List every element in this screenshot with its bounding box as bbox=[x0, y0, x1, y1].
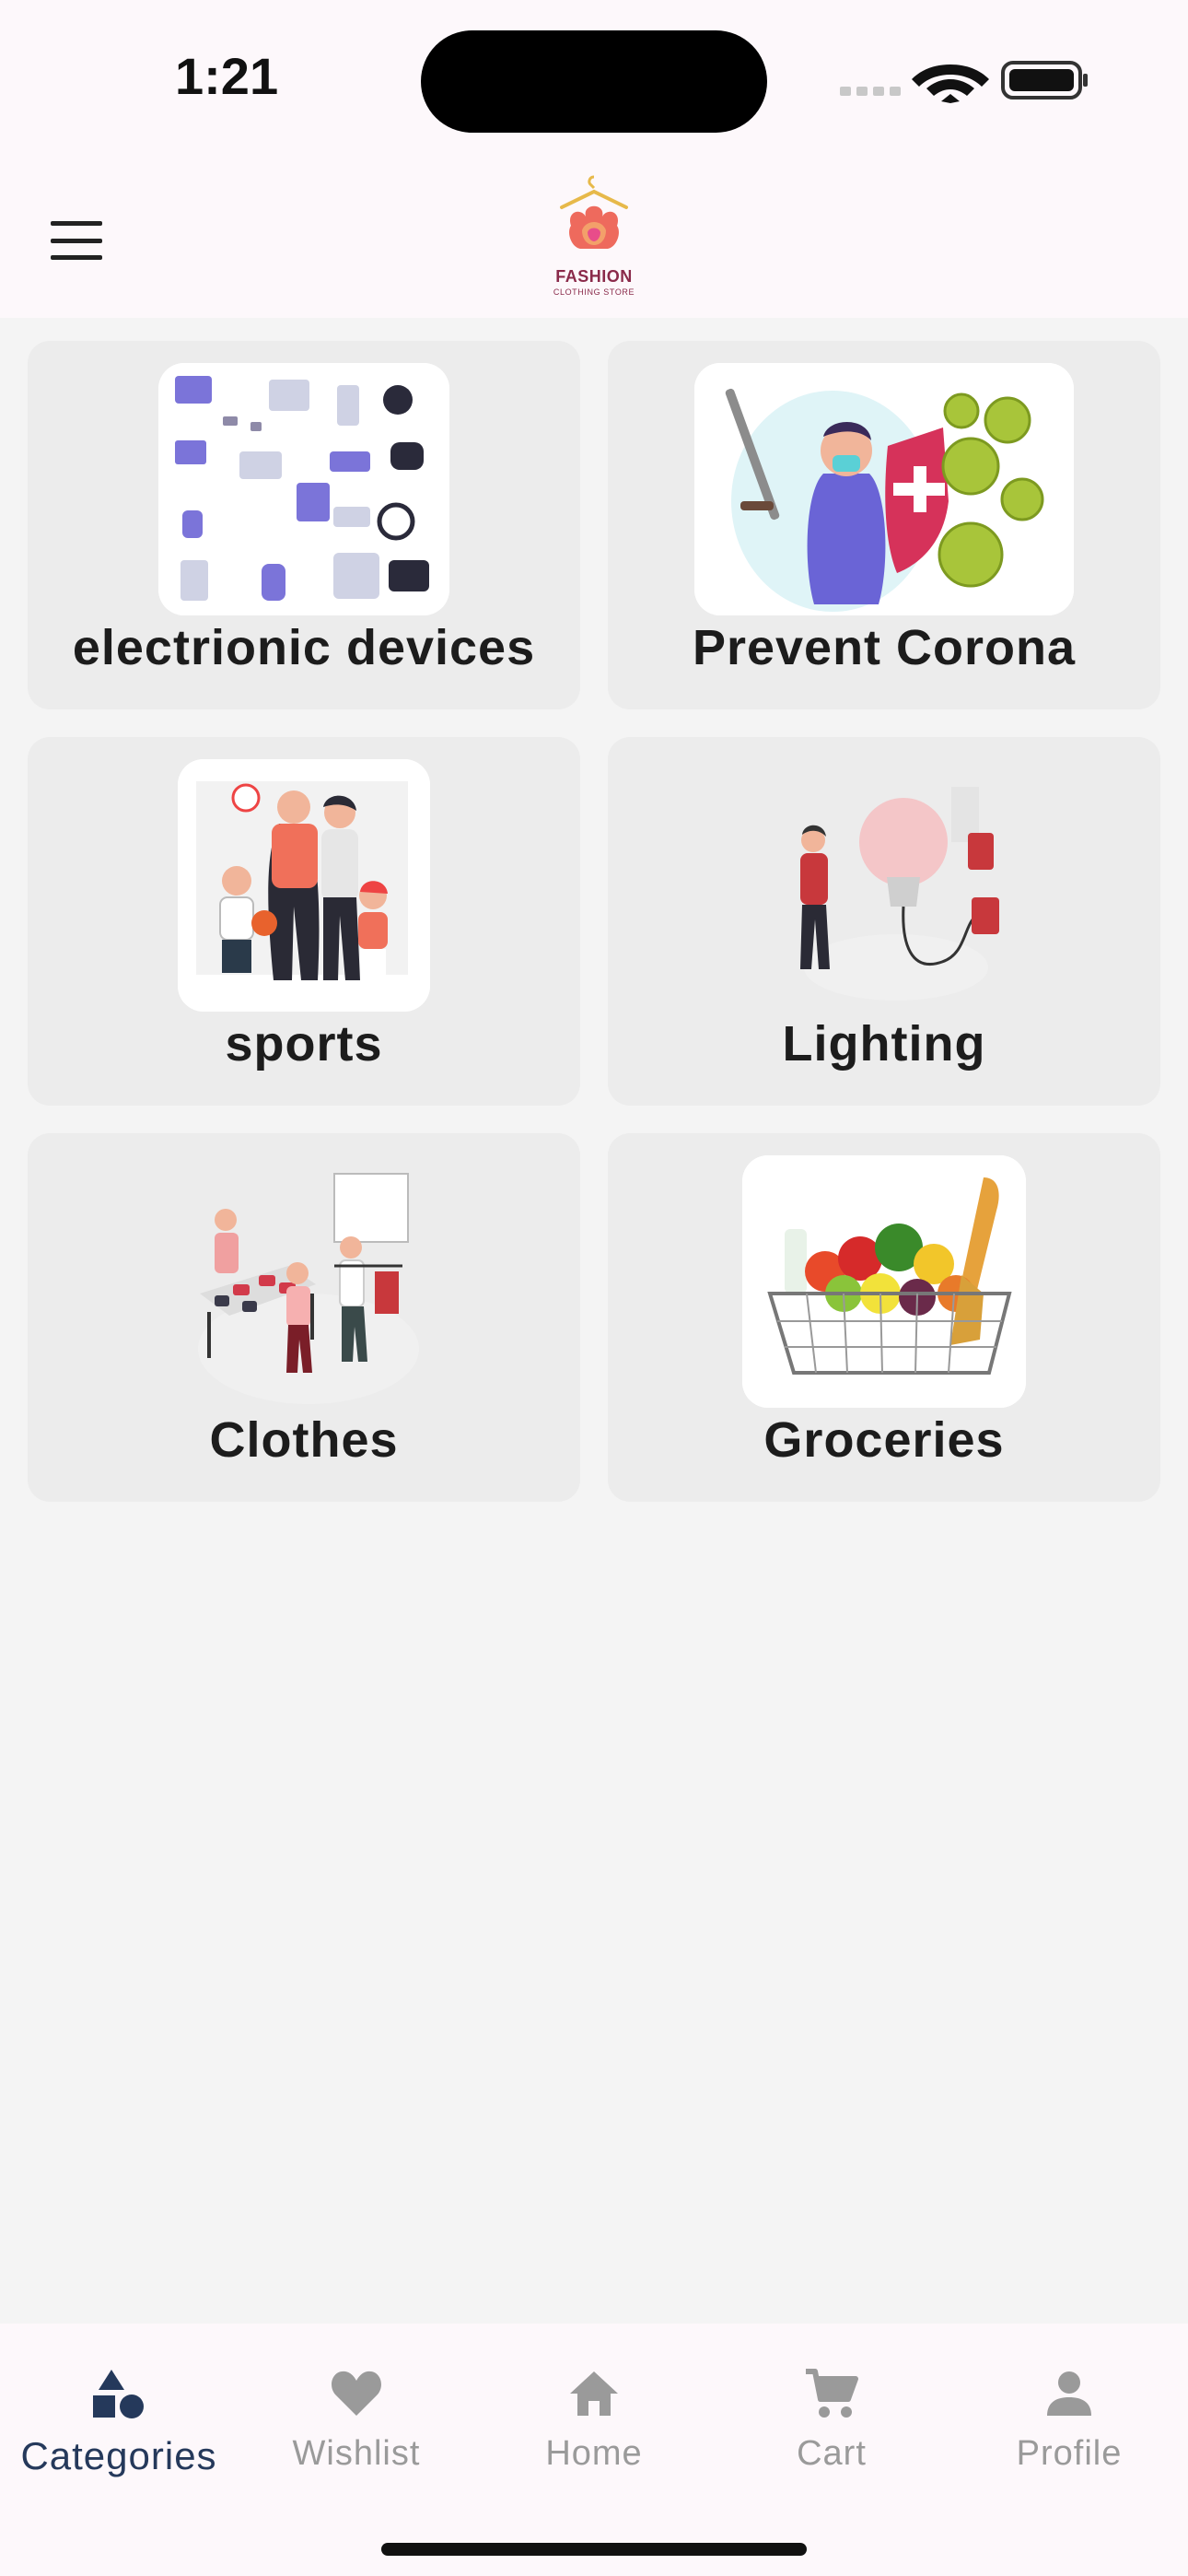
electronic-devices-image bbox=[158, 363, 449, 615]
category-card-sports[interactable]: sports bbox=[28, 737, 580, 1106]
app-bar: FASHION CLOTHING STORE bbox=[0, 157, 1188, 318]
store-logo: FASHION CLOTHING STORE bbox=[534, 175, 654, 304]
tab-label: Cart bbox=[797, 2434, 867, 2473]
prevent-corona-image bbox=[694, 363, 1074, 615]
category-card-lighting[interactable]: Lighting bbox=[608, 737, 1160, 1106]
shapes-icon bbox=[93, 2370, 144, 2418]
tab-label: Categories bbox=[20, 2434, 217, 2477]
tab-cart[interactable]: Cart bbox=[713, 2342, 950, 2489]
category-label: Lighting bbox=[782, 1016, 986, 1071]
status-icons bbox=[840, 57, 1089, 103]
tab-categories[interactable]: Categories bbox=[0, 2342, 238, 2489]
battery-icon bbox=[1001, 61, 1088, 100]
tab-home[interactable]: Home bbox=[475, 2342, 713, 2489]
category-card-prevent-corona[interactable]: Prevent Corona bbox=[608, 341, 1160, 709]
hanger-logo-icon bbox=[560, 175, 628, 249]
logo-name: FASHION bbox=[555, 267, 633, 286]
tab-label: Profile bbox=[1016, 2434, 1123, 2473]
category-card-groceries[interactable]: Groceries bbox=[608, 1133, 1160, 1502]
wifi-icon bbox=[912, 64, 989, 103]
dynamic-island bbox=[421, 30, 767, 133]
heart-icon bbox=[332, 2371, 381, 2416]
category-label: Groceries bbox=[763, 1412, 1005, 1468]
tab-profile[interactable]: Profile bbox=[950, 2342, 1188, 2489]
category-label: electrionic devices bbox=[72, 620, 536, 675]
status-bar: 1:21 bbox=[0, 0, 1188, 157]
person-icon bbox=[1047, 2371, 1091, 2416]
clothes-image bbox=[178, 1155, 430, 1408]
tab-label: Wishlist bbox=[292, 2434, 421, 2473]
home-indicator bbox=[381, 2543, 807, 2556]
category-grid: electrionic devices Prevent Corona sport… bbox=[28, 341, 1160, 1502]
tab-wishlist[interactable]: Wishlist bbox=[238, 2342, 475, 2489]
category-label: Clothes bbox=[209, 1412, 399, 1468]
category-label: sports bbox=[225, 1016, 383, 1071]
sports-image bbox=[178, 759, 430, 1012]
logo-subtitle: CLOTHING STORE bbox=[553, 287, 635, 297]
home-icon bbox=[570, 2371, 618, 2416]
lighting-image bbox=[758, 759, 1010, 1012]
tab-label: Home bbox=[545, 2434, 643, 2473]
category-card-clothes[interactable]: Clothes bbox=[28, 1133, 580, 1502]
cellular-signal-icon bbox=[840, 87, 901, 96]
groceries-image bbox=[742, 1155, 1026, 1408]
menu-icon[interactable] bbox=[51, 221, 102, 260]
status-time: 1:21 bbox=[175, 47, 279, 105]
bottom-tab-bar: Categories Wishlist Home Cart Profile bbox=[0, 2324, 1188, 2576]
cart-icon bbox=[806, 2369, 858, 2418]
category-label: Prevent Corona bbox=[692, 620, 1077, 675]
category-card-electronic-devices[interactable]: electrionic devices bbox=[28, 341, 580, 709]
